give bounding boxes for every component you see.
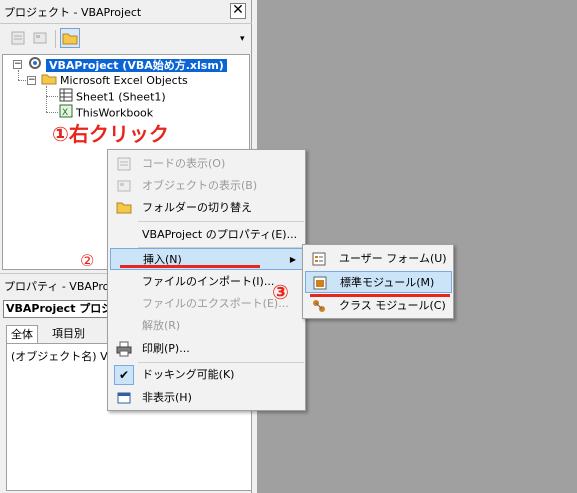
hide-window-icon bbox=[116, 390, 132, 406]
menu-item-label: フォルダーの切り替え bbox=[142, 201, 252, 214]
menu-item-label: 印刷(P)... bbox=[142, 342, 190, 355]
menu-item-label: 非表示(H) bbox=[142, 391, 192, 404]
view-object-icon[interactable] bbox=[30, 28, 50, 48]
printer-icon bbox=[116, 341, 132, 357]
property-row-name[interactable]: (オブジェクト名) VBA bbox=[11, 348, 123, 364]
annotation-underline-module bbox=[310, 294, 450, 297]
tree-item-sheet1[interactable]: Sheet1 (Sheet1) bbox=[59, 88, 166, 104]
tree-item-sheet1-label: Sheet1 (Sheet1) bbox=[76, 90, 166, 104]
folder-icon bbox=[116, 200, 132, 216]
tree-item-project-label: VBAProject (VBA始め方.xlsm) bbox=[46, 58, 227, 72]
menu-item-hide[interactable]: 非表示(H) bbox=[110, 387, 305, 409]
toolbar-separator bbox=[55, 30, 56, 48]
tree-item-folder[interactable]: Microsoft Excel Objects bbox=[41, 72, 188, 88]
toolbar-overflow-icon[interactable]: ▾ bbox=[240, 30, 248, 48]
tree-line bbox=[46, 86, 47, 112]
menu-item-label: ファイルのエクスポート(E)... bbox=[142, 297, 289, 310]
menu-item-remove[interactable]: 解放(R) bbox=[110, 315, 305, 337]
menu-item-label: オブジェクトの表示(B) bbox=[142, 179, 258, 192]
view-object-icon bbox=[116, 178, 132, 194]
project-explorer-title: プロジェクト - VBAProject bbox=[4, 6, 142, 19]
submenu-arrow-icon: ▶ bbox=[289, 255, 296, 264]
menu-item-label: コードの表示(O) bbox=[142, 157, 226, 170]
tree-item-folder-label: Microsoft Excel Objects bbox=[60, 74, 188, 87]
folder-icon bbox=[41, 72, 57, 90]
tab-all[interactable]: 全体 bbox=[6, 325, 38, 343]
annotation-step1: ①右クリック bbox=[52, 122, 169, 146]
class-module-icon bbox=[311, 298, 327, 314]
submenu-item-label: クラス モジュール(C) bbox=[339, 299, 446, 312]
menu-item-toggle-folders[interactable]: フォルダーの切り替え bbox=[110, 197, 305, 219]
project-explorer-titlebar: プロジェクト - VBAProject ✕ bbox=[0, 0, 252, 24]
tree-item-project[interactable]: VBAProject (VBA始め方.xlsm) bbox=[27, 56, 227, 72]
menu-item-label: VBAProject のプロパティ(E)... bbox=[142, 228, 298, 241]
view-code-icon bbox=[116, 156, 132, 172]
tree-line bbox=[18, 80, 26, 81]
menu-item-label: ドッキング可能(K) bbox=[142, 368, 235, 381]
collapse-icon[interactable]: − bbox=[13, 60, 22, 69]
menu-item-project-properties[interactable]: VBAProject のプロパティ(E)... bbox=[110, 224, 305, 246]
toggle-folders-icon[interactable] bbox=[60, 28, 80, 48]
tab-category[interactable]: 項目別 bbox=[48, 325, 89, 343]
tree-line bbox=[46, 112, 58, 113]
menu-separator bbox=[138, 221, 304, 222]
submenu-item-userform[interactable]: ユーザー フォーム(U) bbox=[305, 248, 452, 270]
svg-text:X: X bbox=[62, 108, 68, 118]
submenu-item-label: 標準モジュール(M) bbox=[340, 276, 435, 289]
insert-submenu: ユーザー フォーム(U) 標準モジュール(M) クラス モジュール(C) bbox=[302, 244, 454, 319]
submenu-item-class-module[interactable]: クラス モジュール(C) bbox=[305, 295, 452, 317]
annotation-step2: ② bbox=[80, 251, 95, 270]
module-icon bbox=[312, 275, 328, 291]
menu-item-print[interactable]: 印刷(P)... bbox=[110, 338, 305, 360]
submenu-item-label: ユーザー フォーム(U) bbox=[339, 252, 447, 265]
tree-line bbox=[46, 96, 58, 97]
collapse-icon[interactable]: − bbox=[27, 76, 36, 85]
annotation-underline-insert bbox=[120, 265, 260, 268]
menu-item-label: 解放(R) bbox=[142, 319, 181, 332]
close-icon[interactable]: ✕ bbox=[230, 3, 246, 19]
check-icon: ✔ bbox=[114, 365, 134, 385]
menu-separator bbox=[138, 362, 304, 363]
submenu-item-module[interactable]: 標準モジュール(M) bbox=[305, 271, 452, 293]
view-code-icon[interactable] bbox=[8, 28, 28, 48]
menu-item-view-code[interactable]: コードの表示(O) bbox=[110, 153, 305, 175]
menu-item-label: ファイルのインポート(I)... bbox=[142, 275, 275, 288]
project-toolbar: ▾ bbox=[0, 26, 252, 52]
menu-item-dockable[interactable]: ✔ ドッキング可能(K) bbox=[110, 364, 305, 386]
tree-line bbox=[18, 70, 19, 80]
menu-item-view-object[interactable]: オブジェクトの表示(B) bbox=[110, 175, 305, 197]
annotation-step3: ③ bbox=[272, 280, 289, 304]
userform-icon bbox=[311, 251, 327, 267]
